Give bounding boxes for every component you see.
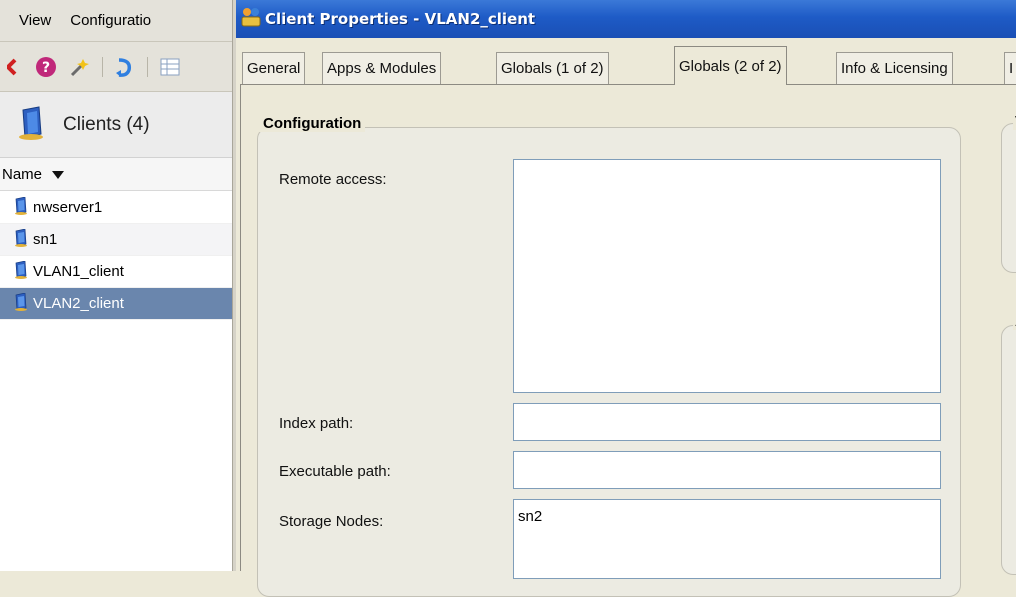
toolbar-separator [102,56,103,77]
sort-desc-icon [52,166,65,183]
help-icon[interactable]: ? [34,55,58,79]
client-icon [14,196,28,219]
client-name: VLAN2_client [33,295,124,312]
configuration-legend: Configuration [259,115,366,132]
executable-path-label: Executable path: [279,463,391,480]
dialog-title: Client Properties - VLAN2_client [265,10,536,28]
index-path-field[interactable] [513,403,941,441]
toolbar: ? [0,42,232,92]
tab-info-licensing[interactable]: Info & Licensing [836,52,953,84]
table-view-icon[interactable] [158,55,182,79]
client-row[interactable]: VLAN2_client [0,288,232,320]
tab-globals-2[interactable]: Globals (2 of 2) [674,46,787,85]
tab-content: Configuration Remote access: Index path:… [240,84,1016,597]
delete-icon[interactable] [0,55,24,79]
storage-nodes-field[interactable] [513,499,941,579]
storage-nodes-label: Storage Nodes: [279,513,384,530]
right-group-top [1001,123,1016,273]
wizard-icon[interactable] [68,55,92,79]
main-window: View Configuratio ? Clients (4) Name nws… [0,0,232,571]
tab-general[interactable]: General [242,52,306,84]
client-row[interactable]: VLAN1_client [0,256,232,288]
tab-globals-1[interactable]: Globals (1 of 2) [496,52,609,84]
list-header-name[interactable]: Name [0,158,232,191]
remote-access-label: Remote access: [279,171,387,188]
column-name-label: Name [2,165,43,183]
clients-header: Clients (4) [0,92,232,158]
client-row[interactable]: sn1 [0,224,232,256]
svg-text:?: ? [42,60,50,76]
client-name: sn1 [33,231,58,248]
client-row[interactable]: nwserver1 [0,192,232,224]
executable-path-field[interactable] [513,451,941,489]
app-icon [240,6,262,32]
toolbar-separator [147,56,148,77]
client-name: VLAN1_client [33,263,124,280]
client-list: nwserver1 sn1 VLAN1_client VLAN2_client [0,192,232,320]
tab-bar: General Apps & Modules Globals (1 of 2) … [236,38,1016,85]
client-icon [14,292,28,315]
index-path-label: Index path: [279,415,354,432]
client-icon [14,260,28,283]
refresh-icon[interactable] [113,55,137,79]
tab-apps-modules[interactable]: Apps & Modules [322,52,442,84]
menu-configuration[interactable]: Configuratio [64,12,164,29]
client-name: nwserver1 [33,199,103,216]
menu-view[interactable]: View [0,12,64,29]
remote-access-field[interactable] [513,159,941,393]
right-group-bottom [1001,325,1016,575]
client-properties-dialog: Client Properties - VLAN2_client General… [236,0,1016,597]
clients-title: Clients (4) [63,113,150,135]
client-group-icon [17,105,47,144]
dialog-titlebar[interactable]: Client Properties - VLAN2_client [236,0,1016,38]
tab-more[interactable]: I [1004,52,1016,84]
client-icon [14,228,28,251]
menu-bar: View Configuratio [0,0,232,42]
